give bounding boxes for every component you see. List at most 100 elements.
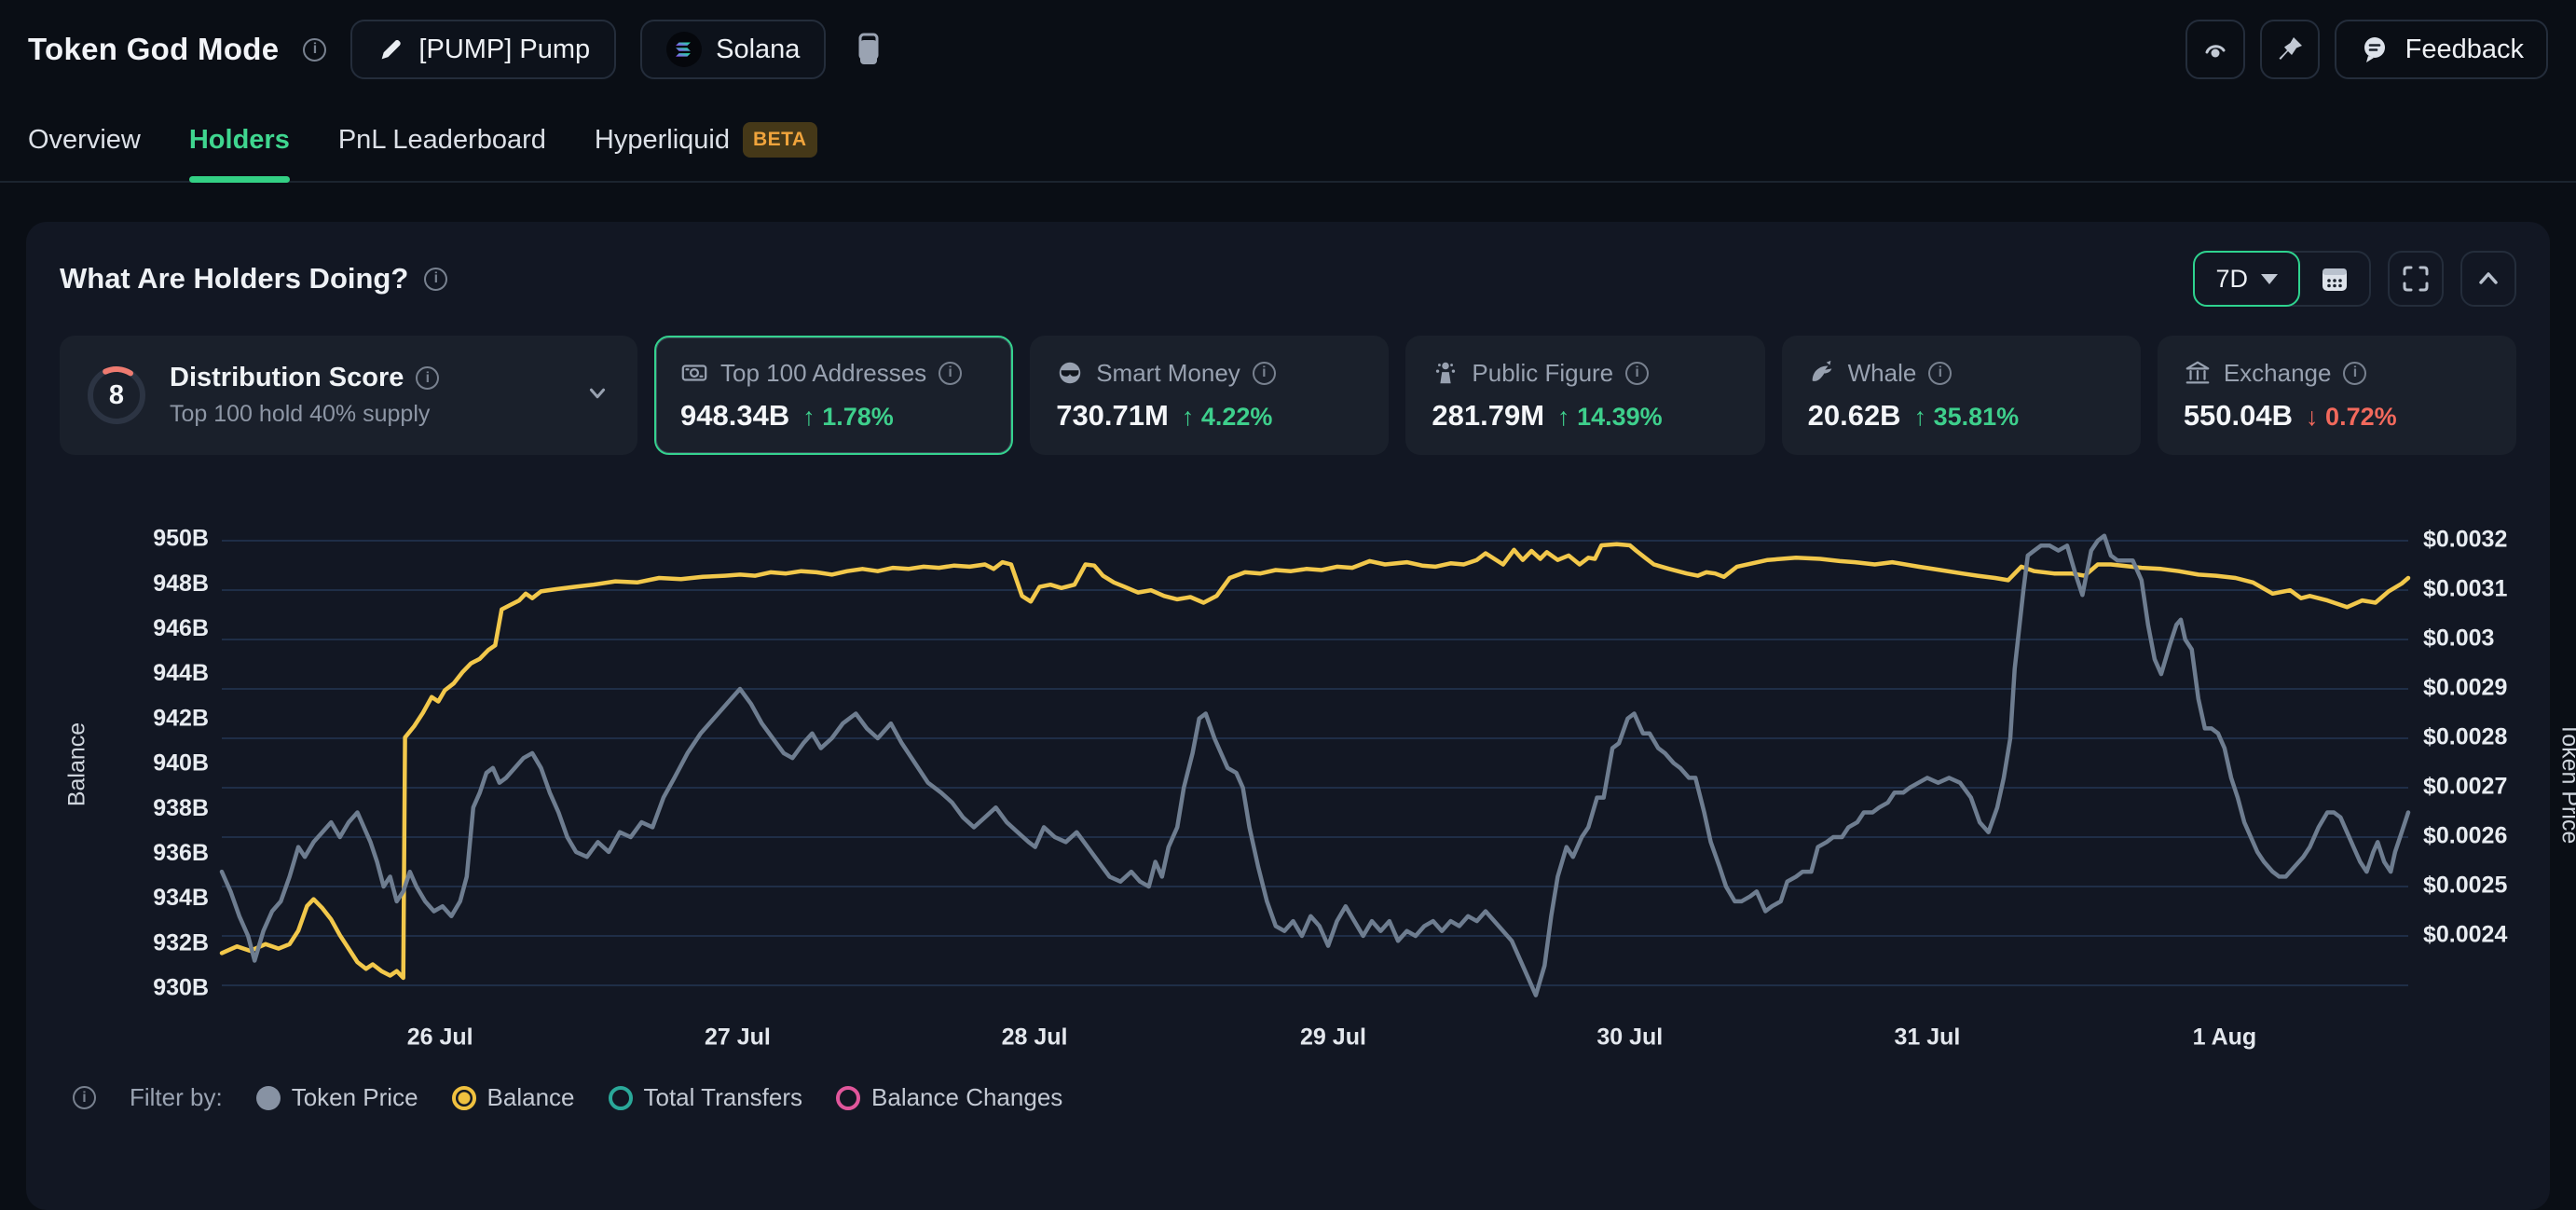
tab-hyperliquid[interactable]: Hyperliquid BETA [595,99,817,181]
chain-selector-label: Solana [716,34,800,65]
card-change: ↑ 14.39% [1557,403,1663,432]
y-axis-label-price: $0.0028 [2423,724,2507,750]
filter-option-total-transfers[interactable]: Total Transfers [609,1083,803,1112]
whale-icon [1808,359,1836,387]
tab-bar: Overview Holders PnL Leaderboard Hyperli… [0,99,2576,183]
tab-overview[interactable]: Overview [28,99,141,181]
panel-title: What Are Holders Doing? [60,262,408,296]
info-icon[interactable]: i [1253,362,1276,385]
card-smart-money[interactable]: Smart Money i 730.71M ↑ 4.22% [1030,336,1389,455]
calendar-icon [2319,263,2350,295]
y-axis-label-price: $0.0027 [2423,774,2507,800]
filter-option-balance[interactable]: Balance [452,1083,575,1112]
y-axis-title-balance: Balance [64,722,90,806]
info-icon[interactable]: i [303,38,326,62]
info-icon[interactable]: i [2343,362,2366,385]
card-change: ↓ 0.72% [2306,403,2397,432]
x-axis-label: 29 Jul [1300,1024,1366,1051]
feedback-button[interactable]: Feedback [2335,20,2548,79]
y-axis-label-balance: 936B [153,840,209,866]
card-change: ↑ 4.22% [1182,403,1273,432]
tab-holders[interactable]: Holders [189,99,290,181]
card-exchange[interactable]: Exchange i 550.04B ↓ 0.72% [2158,336,2516,455]
chevron-down-icon [2261,274,2278,284]
balance-line [222,544,2408,978]
radio-icon [609,1086,633,1110]
card-change: ↑ 35.81% [1914,403,2020,432]
y-axis-label-balance: 950B [153,526,209,552]
token-price-line [222,536,2408,996]
x-axis-label: 30 Jul [1596,1024,1663,1051]
chevron-up-icon [2473,264,2503,294]
chat-icon [2359,34,2391,65]
card-top-100-addresses[interactable]: Top 100 Addresses i 948.34B ↑ 1.78% [654,336,1013,455]
token-selector-label: [PUMP] Pump [418,34,590,65]
card-public-figure[interactable]: Public Figure i 281.79M ↑ 14.39% [1405,336,1764,455]
distribution-score-gauge: 8 [86,364,147,426]
tab-pnl-leaderboard[interactable]: PnL Leaderboard [338,99,546,181]
card-whale[interactable]: Whale i 20.62B ↑ 35.81% [1782,336,2141,455]
y-axis-label-balance: 932B [153,929,209,956]
x-axis-label: 31 Jul [1894,1024,1960,1051]
chain-selector-button[interactable]: Solana [640,20,826,79]
public-figure-icon [1432,359,1459,387]
bank-icon [2184,359,2212,387]
info-icon[interactable]: i [73,1086,96,1109]
copy-icon[interactable] [852,31,884,68]
y-axis-label-balance: 946B [153,615,209,641]
beta-badge: BETA [743,122,817,158]
info-icon[interactable]: i [1928,362,1952,385]
radio-selected-icon [452,1086,476,1110]
fullscreen-button[interactable] [2388,251,2444,307]
info-icon[interactable]: i [939,362,962,385]
y-axis-label-price: $0.0026 [2423,823,2507,849]
pencil-icon [377,35,404,63]
info-icon[interactable]: i [1625,362,1649,385]
y-axis-label-balance: 944B [153,660,209,686]
collapse-button[interactable] [2460,251,2516,307]
x-axis-label: 27 Jul [705,1024,771,1051]
y-axis-label-balance: 930B [153,975,209,1001]
y-axis-label-price: $0.0031 [2423,576,2507,602]
app-header: Token God Mode i [PUMP] Pump Solana [0,0,2576,99]
y-axis-label-price: $0.0029 [2423,675,2507,701]
y-axis-label-balance: 934B [153,885,209,911]
card-subtitle: Top 100 hold 40% supply [170,401,439,428]
info-icon[interactable]: i [416,366,439,390]
solana-icon [666,32,702,67]
info-icon[interactable]: i [424,268,447,291]
card-value: 948.34B [680,399,789,433]
banknote-icon [680,359,708,387]
chart-filter-row: i Filter by: Token Price Balance Total T… [60,1083,2516,1112]
filter-option-token-price[interactable]: Token Price [256,1083,418,1112]
card-value: 550.04B [2184,399,2293,433]
radio-icon [836,1086,860,1110]
range-value: 7D [2215,265,2248,294]
eye-arc-icon [2199,34,2231,65]
x-axis-label: 1 Aug [2193,1024,2257,1051]
filter-option-balance-changes[interactable]: Balance Changes [836,1083,1062,1112]
card-label: Distribution Score [170,363,404,393]
card-distribution-score[interactable]: 8 Distribution Score i Top 100 hold 40% … [60,336,637,455]
card-value: 20.62B [1808,399,1901,433]
y-axis-label-balance: 942B [153,705,209,731]
chevron-down-icon[interactable] [583,379,611,412]
card-label: Exchange [2224,359,2332,388]
x-axis-label: 28 Jul [1002,1024,1068,1051]
distribution-score-value: 8 [86,364,147,426]
app-title: Token God Mode [28,32,279,67]
card-label: Smart Money [1096,359,1240,388]
range-dropdown[interactable]: 7D [2193,251,2300,307]
token-selector-button[interactable]: [PUMP] Pump [350,20,616,79]
y-axis-label-balance: 940B [153,750,209,777]
watchlist-eye-button[interactable] [2185,20,2245,79]
y-axis-label-price: $0.0025 [2423,873,2507,899]
card-label: Whale [1848,359,1917,388]
holders-activity-chart[interactable]: 950B948B946B944B942B940B938B936B934B932B… [60,503,2576,1059]
calendar-button[interactable] [2298,253,2369,305]
y-axis-label-price: $0.0032 [2423,527,2507,553]
x-axis-label: 26 Jul [407,1024,473,1051]
radio-icon [256,1086,281,1110]
y-axis-title-price: Token Price [2556,722,2576,845]
pin-button[interactable] [2260,20,2320,79]
